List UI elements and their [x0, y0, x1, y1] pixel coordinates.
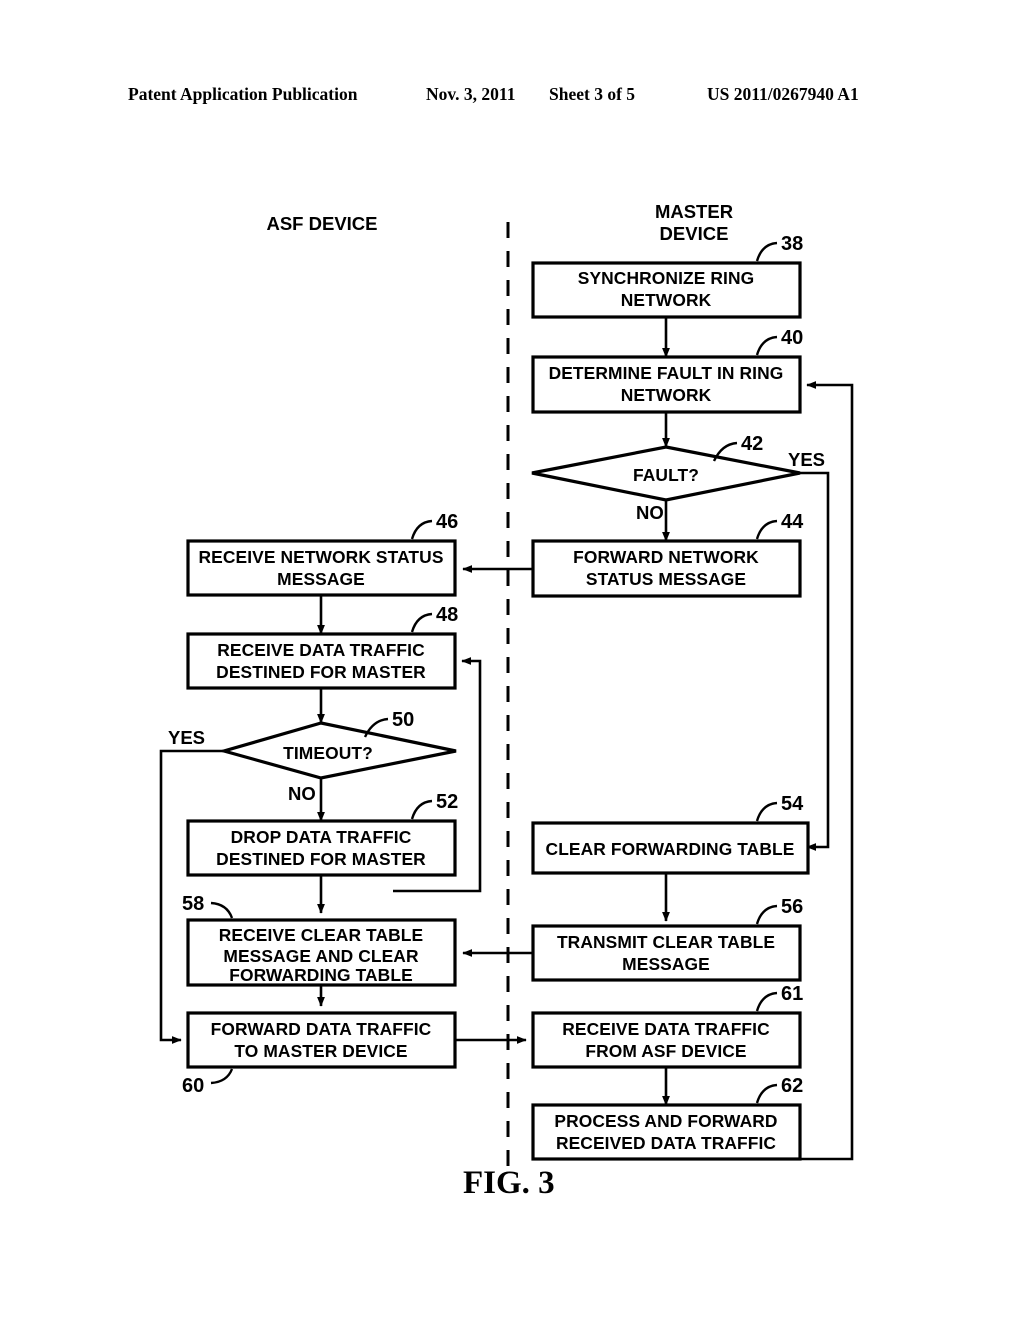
flow-node-54-line-1: CLEAR FORWARDING TABLE [546, 839, 795, 859]
flow-node-52-leader [410, 799, 433, 820]
flow-node-48-line-1: RECEIVE DATA TRAFFIC [217, 640, 425, 660]
figure-caption: FIG. 3 [463, 1165, 555, 1201]
flow-node-38-line-1: SYNCHRONIZE RING [578, 268, 754, 288]
flow-node-60[interactable]: FORWARD DATA TRAFFIC TO MASTER DEVICE 60 [182, 1011, 457, 1097]
flow-node-60-ref: 60 [182, 1075, 204, 1097]
flow-node-46-line-2: MESSAGE [277, 569, 365, 589]
connector-42-yes-to-54 [800, 471, 830, 851]
flow-node-58-ref: 58 [182, 893, 204, 915]
flow-node-44-ref: 44 [781, 511, 804, 533]
flow-node-52[interactable]: DROP DATA TRAFFIC DESTINED FOR MASTER 52 [186, 791, 458, 877]
flow-node-62-line-2: RECEIVED DATA TRAFFIC [556, 1133, 776, 1153]
flow-node-60-line-1: FORWARD DATA TRAFFIC [211, 1019, 432, 1039]
flow-node-42[interactable]: FAULT? 42 YES NO [531, 433, 825, 523]
branch-label-fault-yes: YES [788, 449, 825, 470]
lane-title-master-line1: MASTER [655, 201, 733, 222]
flow-node-48[interactable]: RECEIVE DATA TRAFFIC DESTINED FOR MASTER… [186, 604, 458, 690]
flow-node-38-line-2: NETWORK [621, 290, 712, 310]
flow-node-46[interactable]: RECEIVE NETWORK STATUS MESSAGE 46 [186, 511, 458, 597]
flow-node-56-line-2: MESSAGE [622, 954, 710, 974]
flow-node-50-ref: 50 [392, 709, 414, 731]
flow-node-61-line-2: FROM ASF DEVICE [585, 1041, 746, 1061]
flow-node-50[interactable]: TIMEOUT? 50 YES NO [168, 709, 457, 804]
branch-label-timeout-no: NO [288, 783, 316, 804]
flow-node-61-ref: 61 [781, 983, 803, 1005]
flow-node-50-line-1: TIMEOUT? [283, 743, 373, 763]
branch-label-timeout-yes: YES [168, 727, 205, 748]
flow-node-54-leader [755, 801, 778, 822]
flow-node-46-line-1: RECEIVE NETWORK STATUS [198, 547, 443, 567]
flow-node-62-leader [755, 1083, 778, 1104]
flow-node-42-ref: 42 [741, 433, 763, 455]
flow-node-38-leader [755, 241, 778, 262]
flow-node-46-ref: 46 [436, 511, 458, 533]
flow-node-60-leader [210, 1068, 234, 1085]
flow-node-54-ref: 54 [781, 793, 804, 815]
flow-node-61-leader [755, 991, 778, 1012]
flow-node-58-line-3: FORWARDING TABLE [229, 965, 413, 985]
flow-node-42-line-1: FAULT? [633, 465, 699, 485]
flow-node-56-ref: 56 [781, 896, 803, 918]
flow-node-61[interactable]: RECEIVE DATA TRAFFIC FROM ASF DEVICE 61 [531, 983, 803, 1069]
flow-node-54[interactable]: CLEAR FORWARDING TABLE 54 [531, 793, 810, 875]
flow-node-58-line-1: RECEIVE CLEAR TABLE [219, 925, 423, 945]
flow-node-40[interactable]: DETERMINE FAULT IN RING NETWORK 40 [531, 327, 803, 414]
flow-node-60-line-2: TO MASTER DEVICE [234, 1041, 407, 1061]
flow-node-56-line-1: TRANSMIT CLEAR TABLE [557, 932, 775, 952]
flow-node-40-line-1: DETERMINE FAULT IN RING [549, 363, 784, 383]
flow-node-48-ref: 48 [436, 604, 458, 626]
flow-node-52-ref: 52 [436, 791, 458, 813]
flowchart-figure: ASF DEVICE MASTER DEVICE SYNCHRONIZE RIN… [159, 201, 854, 1201]
flow-node-58-line-2: MESSAGE AND CLEAR [223, 946, 419, 966]
flow-node-46-leader [410, 519, 433, 540]
flow-node-40-line-2: NETWORK [621, 385, 712, 405]
flow-node-58[interactable]: RECEIVE CLEAR TABLE MESSAGE AND CLEAR FO… [182, 893, 457, 987]
flow-node-62[interactable]: PROCESS AND FORWARD RECEIVED DATA TRAFFI… [531, 1075, 803, 1161]
flow-node-44-leader [755, 519, 778, 540]
flow-node-44-line-1: FORWARD NETWORK [573, 547, 759, 567]
flow-node-52-line-1: DROP DATA TRAFFIC [231, 827, 412, 847]
flow-node-40-ref: 40 [781, 327, 803, 349]
flow-node-48-line-2: DESTINED FOR MASTER [216, 662, 426, 682]
branch-label-fault-no: NO [636, 502, 664, 523]
flow-node-38-ref: 38 [781, 233, 803, 255]
flow-node-56-leader [755, 904, 778, 925]
flow-node-40-leader [755, 335, 778, 356]
flow-node-62-line-1: PROCESS AND FORWARD [554, 1111, 777, 1131]
flow-node-58-leader [210, 901, 234, 919]
patent-figure-page: Patent Application Publication Nov. 3, 2… [0, 0, 1024, 1320]
flow-node-44[interactable]: FORWARD NETWORK STATUS MESSAGE 44 [531, 511, 804, 598]
flow-node-61-line-1: RECEIVE DATA TRAFFIC [562, 1019, 770, 1039]
flow-node-52-line-2: DESTINED FOR MASTER [216, 849, 426, 869]
flow-node-48-leader [410, 612, 433, 633]
flow-node-38[interactable]: SYNCHRONIZE RING NETWORK 38 [531, 233, 803, 319]
lane-title-master-line2: DEVICE [660, 223, 729, 244]
lane-title-asf: ASF DEVICE [266, 213, 377, 234]
flow-node-62-ref: 62 [781, 1075, 803, 1097]
flow-node-56[interactable]: TRANSMIT CLEAR TABLE MESSAGE 56 [531, 896, 803, 982]
flow-node-44-line-2: STATUS MESSAGE [586, 569, 746, 589]
